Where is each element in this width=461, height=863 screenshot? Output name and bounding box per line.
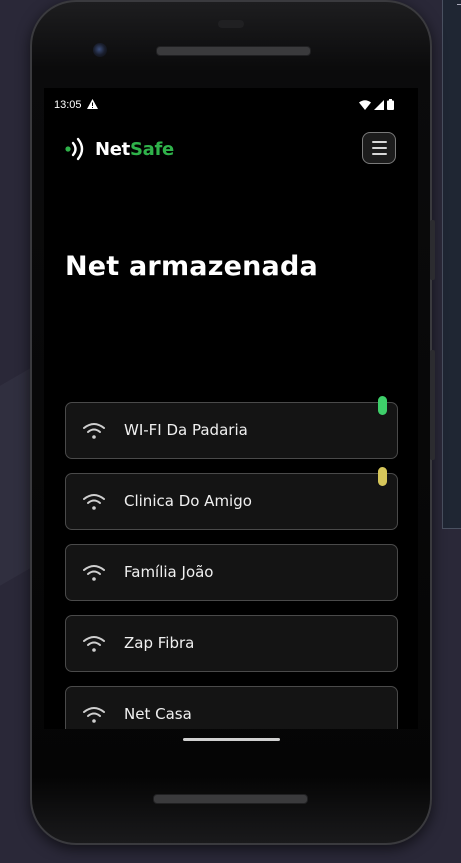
top-speaker [156, 46, 311, 56]
page-title: Net armazenada [65, 251, 318, 282]
wifi-icon [83, 636, 105, 652]
hamburger-icon-line [371, 147, 387, 149]
wifi-status-icon [359, 99, 371, 113]
network-list: WI-FI Da Padaria Clinica Do Amigo Famíli… [65, 396, 398, 729]
wifi-icon [83, 565, 105, 581]
network-name: WI-FI Da Padaria [124, 421, 248, 439]
power-button [430, 350, 435, 460]
wifi-icon [83, 494, 105, 510]
connection-status-indicator [378, 396, 387, 415]
warning-icon [86, 98, 98, 112]
logo-text: NetSafe [95, 139, 174, 160]
logo-text-net: Net [95, 138, 130, 160]
connection-status-indicator [378, 467, 387, 486]
bottom-speaker [153, 794, 308, 804]
app-screen: 13:05 NetSafe Net armazenada WI-FI Da Pa… [44, 88, 418, 729]
network-item[interactable]: Família João [65, 544, 398, 601]
earpiece-slot [218, 20, 244, 28]
home-indicator[interactable] [183, 738, 280, 741]
background-window [442, 0, 461, 529]
signal-icon [374, 99, 384, 113]
status-bar: 13:05 [54, 97, 394, 113]
network-name: Família João [124, 563, 214, 581]
network-item[interactable]: WI-FI Da Padaria [65, 396, 398, 459]
network-item[interactable]: Clinica Do Amigo [65, 467, 398, 530]
logo-text-safe: Safe [129, 138, 174, 160]
network-item[interactable]: Zap Fibra [65, 615, 398, 672]
wifi-icon [83, 423, 105, 439]
hamburger-icon-line [371, 153, 387, 155]
hamburger-icon-line [371, 141, 387, 143]
wifi-icon [83, 707, 105, 723]
front-camera [93, 43, 107, 57]
netsafe-logo[interactable]: NetSafe [64, 137, 174, 161]
menu-button[interactable] [362, 132, 396, 164]
volume-button [430, 220, 435, 280]
network-name: Zap Fibra [124, 634, 195, 652]
status-time: 13:05 [54, 99, 82, 111]
network-name: Clinica Do Amigo [124, 492, 252, 510]
network-name: Net Casa [124, 705, 192, 723]
logo-signal-icon [65, 137, 84, 161]
battery-icon [387, 99, 394, 113]
network-item[interactable]: Net Casa [65, 686, 398, 729]
